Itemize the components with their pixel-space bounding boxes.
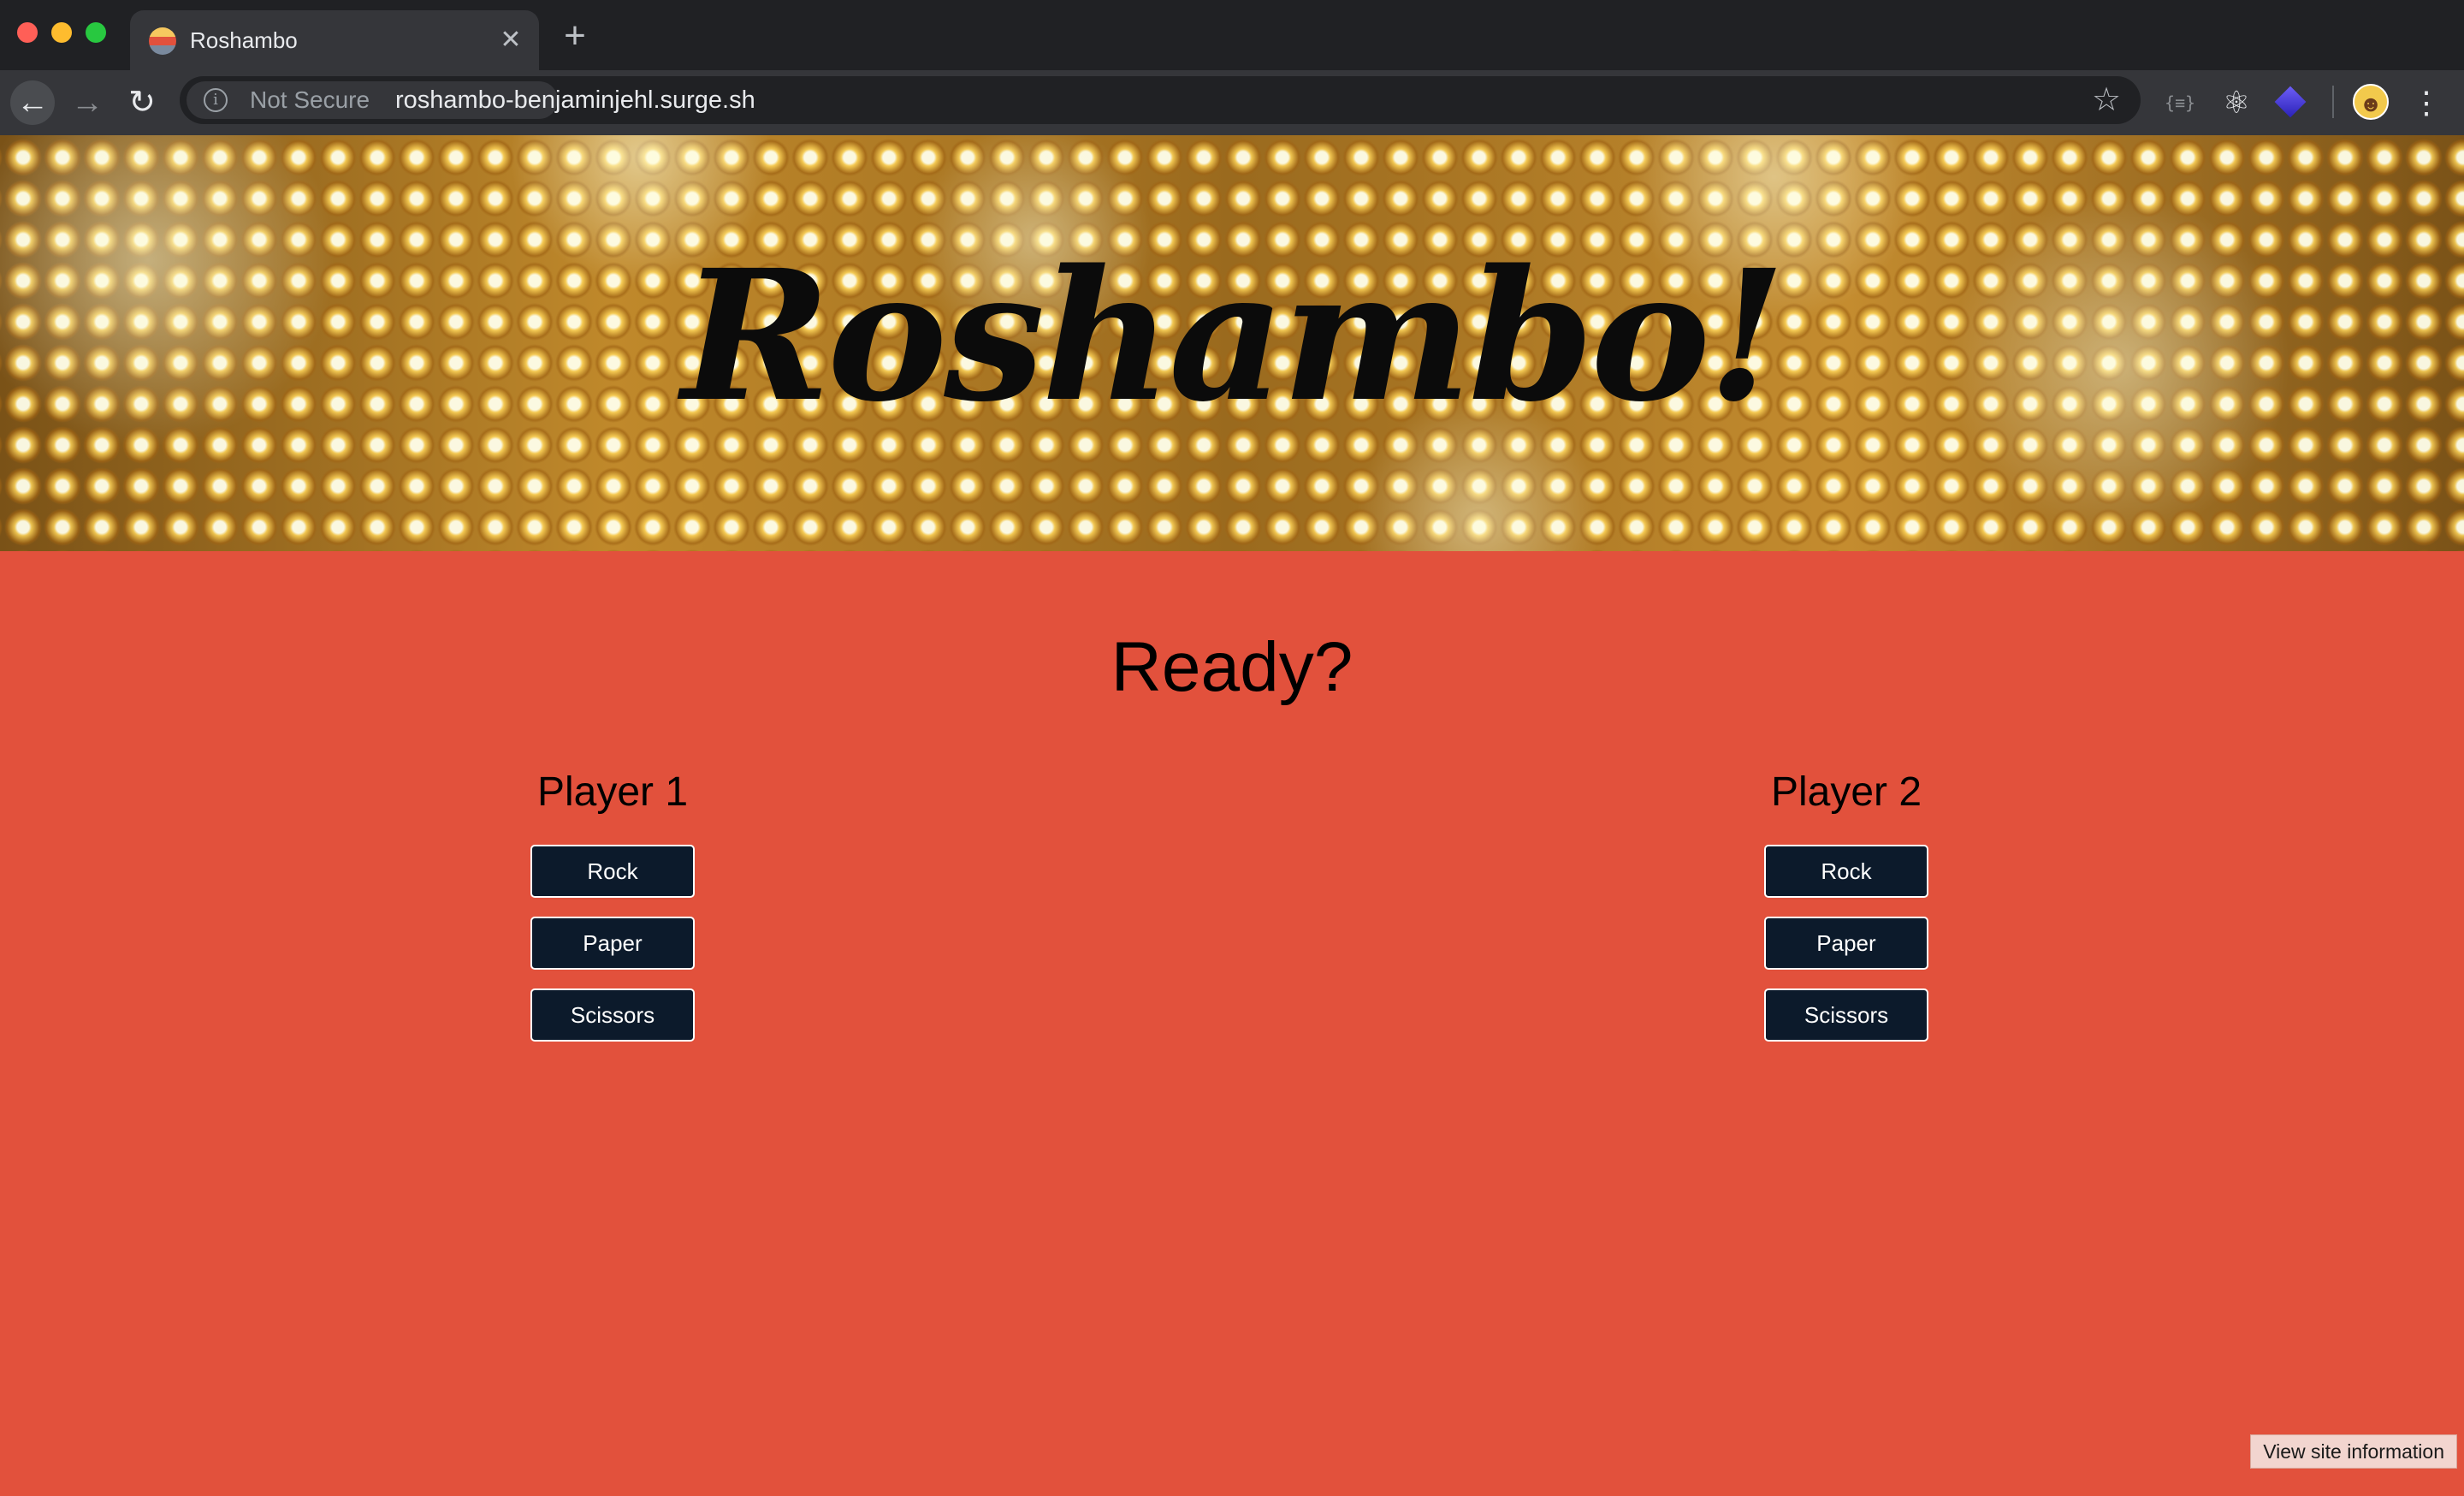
- bookmark-star-icon[interactable]: ☆: [2088, 81, 2125, 119]
- roshambo-favicon-icon: [149, 27, 176, 55]
- security-label: Not Secure: [250, 86, 370, 113]
- tab-title: Roshambo: [190, 27, 298, 53]
- hero-title: Roshambo!: [681, 230, 1786, 442]
- kebab-menu-icon[interactable]: ⋮: [2409, 82, 2443, 123]
- new-tab-icon[interactable]: +: [558, 17, 592, 55]
- forward-arrow-icon[interactable]: →: [65, 80, 110, 125]
- player-2-paper-button[interactable]: Paper: [1764, 917, 1928, 970]
- player-2-name: Player 2: [1770, 769, 1922, 815]
- url-text[interactable]: roshambo-benjaminjehl.surge.sh: [395, 86, 755, 115]
- window-minimize-button[interactable]: [51, 22, 72, 43]
- player-1-rock-button[interactable]: Rock: [530, 845, 695, 898]
- player-2-rock-button[interactable]: Rock: [1764, 845, 1928, 898]
- address-bar[interactable]: i Not Secure roshambo-benjaminjehl.surge…: [180, 76, 2141, 124]
- browser-toolbar: ← → ↻ i Not Secure roshambo-benjaminjehl…: [0, 70, 2464, 135]
- json-viewer-extension-icon[interactable]: {≡}: [2159, 82, 2200, 123]
- toolbar-divider: [2332, 86, 2334, 118]
- hero-banner: Roshambo!: [0, 135, 2464, 551]
- status-tooltip: View site information: [2250, 1434, 2457, 1469]
- player-1-paper-button[interactable]: Paper: [530, 917, 695, 970]
- window-close-button[interactable]: [17, 22, 38, 43]
- ready-heading: Ready?: [1111, 628, 1353, 706]
- player-2-scissors-button[interactable]: Scissors: [1764, 988, 1928, 1042]
- back-arrow-icon[interactable]: ←: [10, 80, 55, 125]
- player-1-scissors-button[interactable]: Scissors: [530, 988, 695, 1042]
- player-1-panel: Player 1 Rock Paper Scissors: [530, 766, 695, 1042]
- player-2-panel: Player 2 Rock Paper Scissors: [1764, 766, 1928, 1042]
- window-zoom-button[interactable]: [86, 22, 106, 43]
- diamond-shape: [2274, 86, 2307, 118]
- reload-icon[interactable]: ↻: [120, 80, 164, 125]
- profile-avatar-icon[interactable]: ☻: [2353, 84, 2389, 120]
- info-icon: i: [204, 88, 228, 112]
- tab-strip: Roshambo ✕ +: [0, 0, 2464, 70]
- close-tab-icon[interactable]: ✕: [496, 26, 525, 55]
- player-1-name: Player 1: [536, 769, 689, 815]
- react-devtools-icon[interactable]: ⚛: [2216, 82, 2257, 123]
- stack-extension-icon[interactable]: [2271, 82, 2312, 123]
- browser-tab[interactable]: Roshambo ✕: [130, 10, 539, 70]
